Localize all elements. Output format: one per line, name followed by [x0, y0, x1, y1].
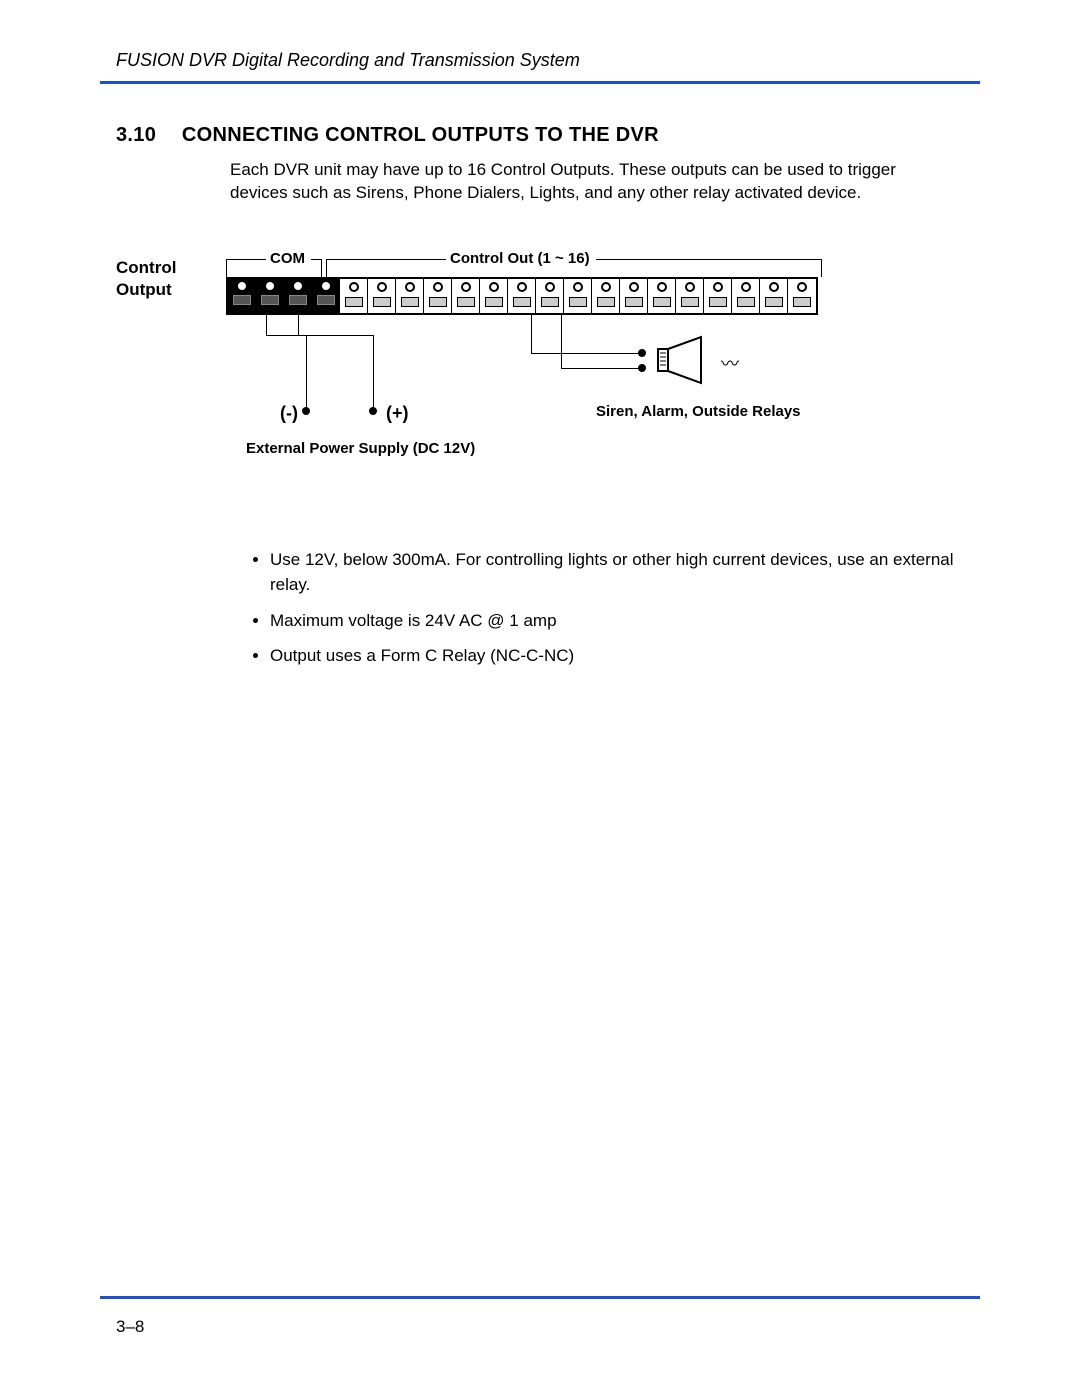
output-terminal [592, 279, 620, 313]
page-number: 3–8 [116, 1317, 980, 1337]
output-terminal [732, 279, 760, 313]
output-terminal [564, 279, 592, 313]
page-header: FUSION DVR Digital Recording and Transmi… [100, 50, 980, 81]
header-rule [100, 81, 980, 84]
output-terminal [452, 279, 480, 313]
com-label: COM [266, 250, 309, 267]
spec-bullet-list: Use 12V, below 300mA. For controlling li… [230, 547, 980, 679]
spec-bullet: Maximum voltage is 24V AC @ 1 amp [270, 608, 980, 634]
com-terminal [256, 279, 284, 313]
spec-bullet: Use 12V, below 300mA. For controlling li… [270, 547, 980, 598]
com-terminal [312, 279, 340, 313]
external-power-label: External Power Supply (DC 12V) [246, 440, 475, 457]
siren-label: Siren, Alarm, Outside Relays [596, 403, 801, 420]
positive-terminal-label: (+) [386, 403, 409, 424]
section-heading: 3.10 CONNECTING CONTROL OUTPUTS TO THE D… [116, 124, 980, 147]
sound-wave-icon: 〰 [721, 350, 739, 376]
output-terminal [620, 279, 648, 313]
spec-bullet: Output uses a Form C Relay (NC-C-NC) [270, 643, 980, 669]
output-terminal [760, 279, 788, 313]
diagram-side-label: Control Output [116, 255, 226, 475]
negative-terminal-label: (-) [280, 403, 298, 424]
footer-rule [100, 1296, 980, 1299]
output-terminal [508, 279, 536, 313]
output-terminal [340, 279, 368, 313]
wire-endpoint-icon [302, 407, 310, 415]
section-intro: Each DVR unit may have up to 16 Control … [230, 159, 950, 205]
control-output-diagram: COM Control Out (1 ~ 16) (-) (+) Externa… [226, 255, 846, 475]
terminal-strip [226, 277, 818, 315]
com-terminal [228, 279, 256, 313]
com-terminal [284, 279, 312, 313]
output-terminal [480, 279, 508, 313]
output-terminal [648, 279, 676, 313]
wire-endpoint-icon [638, 349, 646, 357]
output-terminal [368, 279, 396, 313]
wire-endpoint-icon [369, 407, 377, 415]
siren-icon [656, 335, 716, 390]
control-out-label: Control Out (1 ~ 16) [446, 250, 594, 267]
output-terminal [676, 279, 704, 313]
side-label-line1: Control [116, 258, 176, 277]
side-label-line2: Output [116, 280, 172, 299]
output-terminal [424, 279, 452, 313]
section-number: 3.10 [116, 124, 176, 147]
output-terminal [788, 279, 816, 313]
wire-endpoint-icon [638, 364, 646, 372]
output-terminal [704, 279, 732, 313]
output-terminal [536, 279, 564, 313]
output-terminal [396, 279, 424, 313]
section-title: CONNECTING CONTROL OUTPUTS TO THE DVR [182, 124, 659, 146]
